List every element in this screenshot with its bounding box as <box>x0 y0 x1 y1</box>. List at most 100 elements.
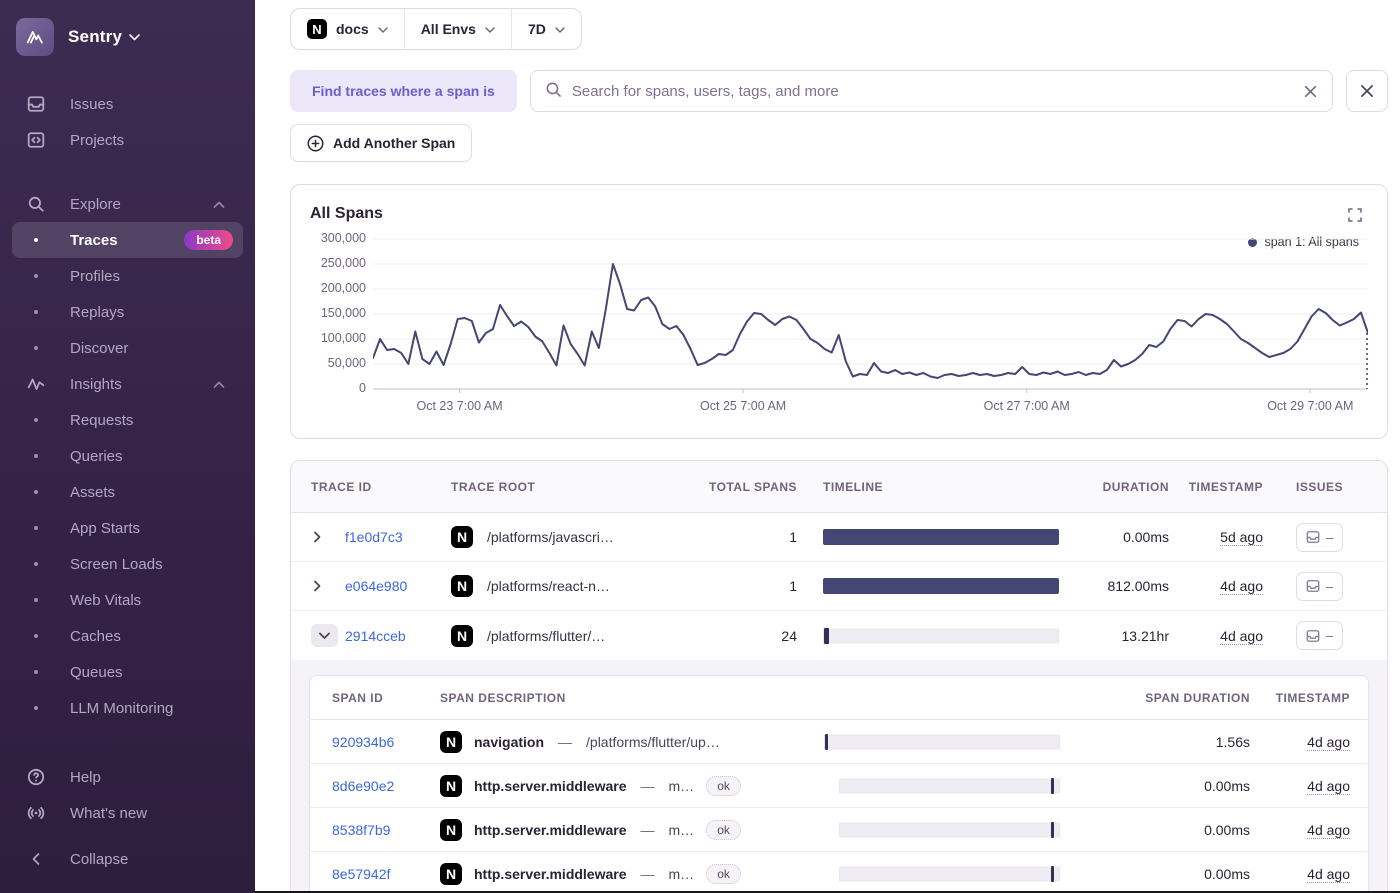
sidebar-item-whats-new[interactable]: What's new <box>12 795 243 831</box>
bullet-icon <box>16 418 56 422</box>
sidebar-group-insights[interactable]: Insights <box>12 366 243 402</box>
trace-row-expanded: 2914cceb N/platforms/flutter/… 24 13.21h… <box>291 611 1387 660</box>
span-search-input[interactable] <box>571 82 1293 100</box>
span-duration: 0.00ms <box>1204 865 1250 882</box>
nextjs-platform-icon: N <box>451 624 473 647</box>
span-row: 8d6e90e2 N http.server.middleware — m… o… <box>310 764 1368 808</box>
nextjs-platform-icon: N <box>451 526 473 548</box>
environment-selector[interactable]: All Envs <box>403 9 511 49</box>
chevron-up-icon <box>213 196 225 213</box>
timeline-bar <box>824 808 1062 851</box>
sidebar-item-web-vitals[interactable]: Web Vitals <box>12 582 243 618</box>
expand-row-button[interactable] <box>311 529 345 545</box>
separator: — <box>640 821 655 838</box>
timestamp-link[interactable]: 5d ago <box>1220 529 1263 546</box>
org-switcher[interactable]: Sentry <box>12 18 243 56</box>
trace-id-link[interactable]: f1e0d7c3 <box>345 529 451 545</box>
sidebar-item-discover[interactable]: Discover <box>12 330 243 366</box>
search-icon <box>16 195 56 213</box>
main-content: N docs All Envs 7D Find traces where a s… <box>255 0 1400 893</box>
timestamp-link[interactable]: 4d ago <box>1307 865 1350 883</box>
traces-table-header: TRACE ID TRACE ROOT TOTAL SPANS TIMELINE… <box>291 461 1387 513</box>
sidebar-item-profiles[interactable]: Profiles <box>12 258 243 294</box>
bullet-icon <box>16 454 56 458</box>
timestamp-link[interactable]: 4d ago <box>1307 733 1350 751</box>
sidebar-item-traces[interactable]: Traces beta <box>12 222 243 258</box>
bullet-icon <box>16 670 56 674</box>
trace-duration: 0.00ms <box>1123 529 1169 545</box>
clear-search-icon[interactable] <box>1303 84 1318 99</box>
span-id-link[interactable]: 8538f7b9 <box>332 822 440 838</box>
total-spans: 24 <box>781 627 797 644</box>
bullet-icon <box>16 562 56 566</box>
sidebar-item-queues[interactable]: Queues <box>12 654 243 690</box>
project-selector[interactable]: N docs <box>291 9 404 49</box>
sidebar-item-queries[interactable]: Queries <box>12 438 243 474</box>
sidebar-item-requests[interactable]: Requests <box>12 402 243 438</box>
issues-button[interactable]: – <box>1295 571 1344 601</box>
chevron-down-icon <box>129 33 140 40</box>
timestamp-link[interactable]: 4d ago <box>1220 578 1263 595</box>
timestamp-link[interactable]: 4d ago <box>1307 777 1350 795</box>
span-description: m… <box>668 865 695 882</box>
sidebar-item-replays[interactable]: Replays <box>12 294 243 330</box>
span-op: navigation <box>474 733 545 750</box>
status-badge: ok <box>706 819 741 840</box>
sidebar-collapse-button[interactable]: Collapse <box>12 841 243 877</box>
timestamp-link[interactable]: 4d ago <box>1307 821 1350 839</box>
sidebar-item-llm-monitoring[interactable]: LLM Monitoring <box>12 690 243 726</box>
add-another-span-button[interactable]: Add Another Span <box>290 124 473 162</box>
sidebar-item-issues[interactable]: Issues <box>12 86 243 122</box>
date-range-selector[interactable]: 7D <box>510 9 581 49</box>
sidebar-group-explore[interactable]: Explore <box>12 186 243 222</box>
bullet-icon <box>16 634 56 638</box>
nextjs-platform-icon: N <box>440 774 462 797</box>
trace-id-link[interactable]: 2914cceb <box>345 628 451 644</box>
span-description: m… <box>668 777 695 794</box>
issues-button[interactable]: – <box>1295 522 1344 552</box>
span-description: /platforms/flutter/up… <box>586 733 720 750</box>
timeline-bar <box>823 611 1061 660</box>
sidebar-item-assets[interactable]: Assets <box>12 474 243 510</box>
issues-icon <box>1306 531 1320 543</box>
nextjs-platform-icon: N <box>307 19 327 39</box>
remove-span-filter-button[interactable] <box>1346 70 1388 112</box>
beta-badge: beta <box>184 230 233 250</box>
chart-title: All Spans <box>310 205 383 222</box>
sidebar-item-projects[interactable]: Projects <box>12 122 243 158</box>
sidebar-item-caches[interactable]: Caches <box>12 618 243 654</box>
trace-id-link[interactable]: e064e980 <box>345 578 451 594</box>
x-axis-labels: Oct 23 7:00 AM Oct 25 7:00 AM Oct 27 7:0… <box>416 399 1354 413</box>
chevron-right-icon <box>314 531 321 543</box>
fullscreen-button[interactable] <box>1347 207 1363 223</box>
sidebar-item-help[interactable]: Help <box>12 759 243 795</box>
page-filter-bar: N docs All Envs 7D <box>290 8 582 50</box>
expanded-trace-spans: SPAN ID SPAN DESCRIPTION SPAN DURATION T… <box>291 660 1387 893</box>
span-duration: 1.56s <box>1215 733 1250 750</box>
span-id-link[interactable]: 8e57942f <box>332 866 440 882</box>
span-duration: 0.00ms <box>1204 821 1250 838</box>
nextjs-platform-icon: N <box>440 730 462 753</box>
chevron-left-icon <box>16 852 56 866</box>
timeline-bar <box>824 764 1062 807</box>
projects-icon <box>16 131 56 149</box>
sentry-logo <box>16 18 54 56</box>
bullet-icon <box>16 274 56 278</box>
span-op: http.server.middleware <box>474 777 627 794</box>
sidebar-item-app-starts[interactable]: App Starts <box>12 510 243 546</box>
span-id-link[interactable]: 920934b6 <box>332 734 440 750</box>
expand-row-button[interactable] <box>311 578 345 594</box>
find-traces-label: Find traces where a span is <box>290 70 517 112</box>
trace-root: /platforms/flutter/… <box>487 627 606 644</box>
collapse-row-button[interactable] <box>311 624 338 647</box>
total-spans: 1 <box>789 529 797 545</box>
sidebar-item-screen-loads[interactable]: Screen Loads <box>12 546 243 582</box>
bullet-icon <box>16 238 56 242</box>
spans-line-chart[interactable] <box>373 235 1368 393</box>
timeline-bar <box>823 562 1061 610</box>
issues-button[interactable]: – <box>1295 621 1344 650</box>
span-description: m… <box>668 821 695 838</box>
span-id-link[interactable]: 8d6e90e2 <box>332 778 440 794</box>
trace-root: /platforms/javascri… <box>487 529 614 545</box>
timestamp-link[interactable]: 4d ago <box>1220 627 1263 645</box>
